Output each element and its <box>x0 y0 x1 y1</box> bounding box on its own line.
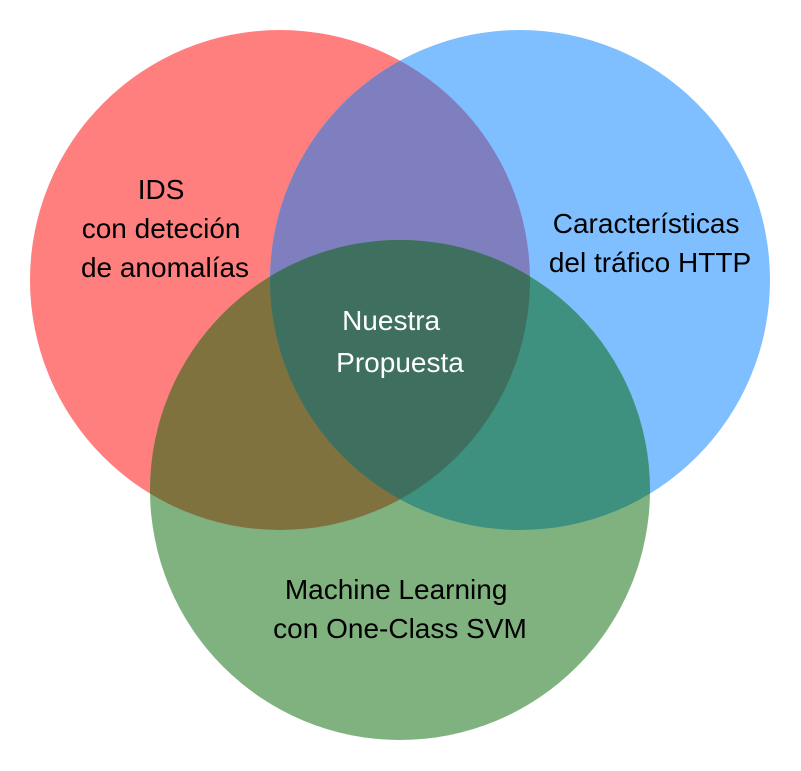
ml-label-line: con One-Class SVM <box>273 613 527 644</box>
center-label-line: Nuestra <box>342 305 440 336</box>
http-label-line: del tráfico HTTP <box>549 247 751 278</box>
http-label-line: Características <box>553 208 740 239</box>
center-label-line: Propuesta <box>336 347 464 378</box>
ml-label-line: Machine Learning <box>285 574 508 605</box>
ids-label-line: de anomalías <box>81 252 249 283</box>
ids-label-line: IDS <box>138 174 185 205</box>
ids-label-line: con deteción <box>82 213 241 244</box>
venn-diagram: IDS con deteción de anomalías Caracterís… <box>30 30 770 740</box>
